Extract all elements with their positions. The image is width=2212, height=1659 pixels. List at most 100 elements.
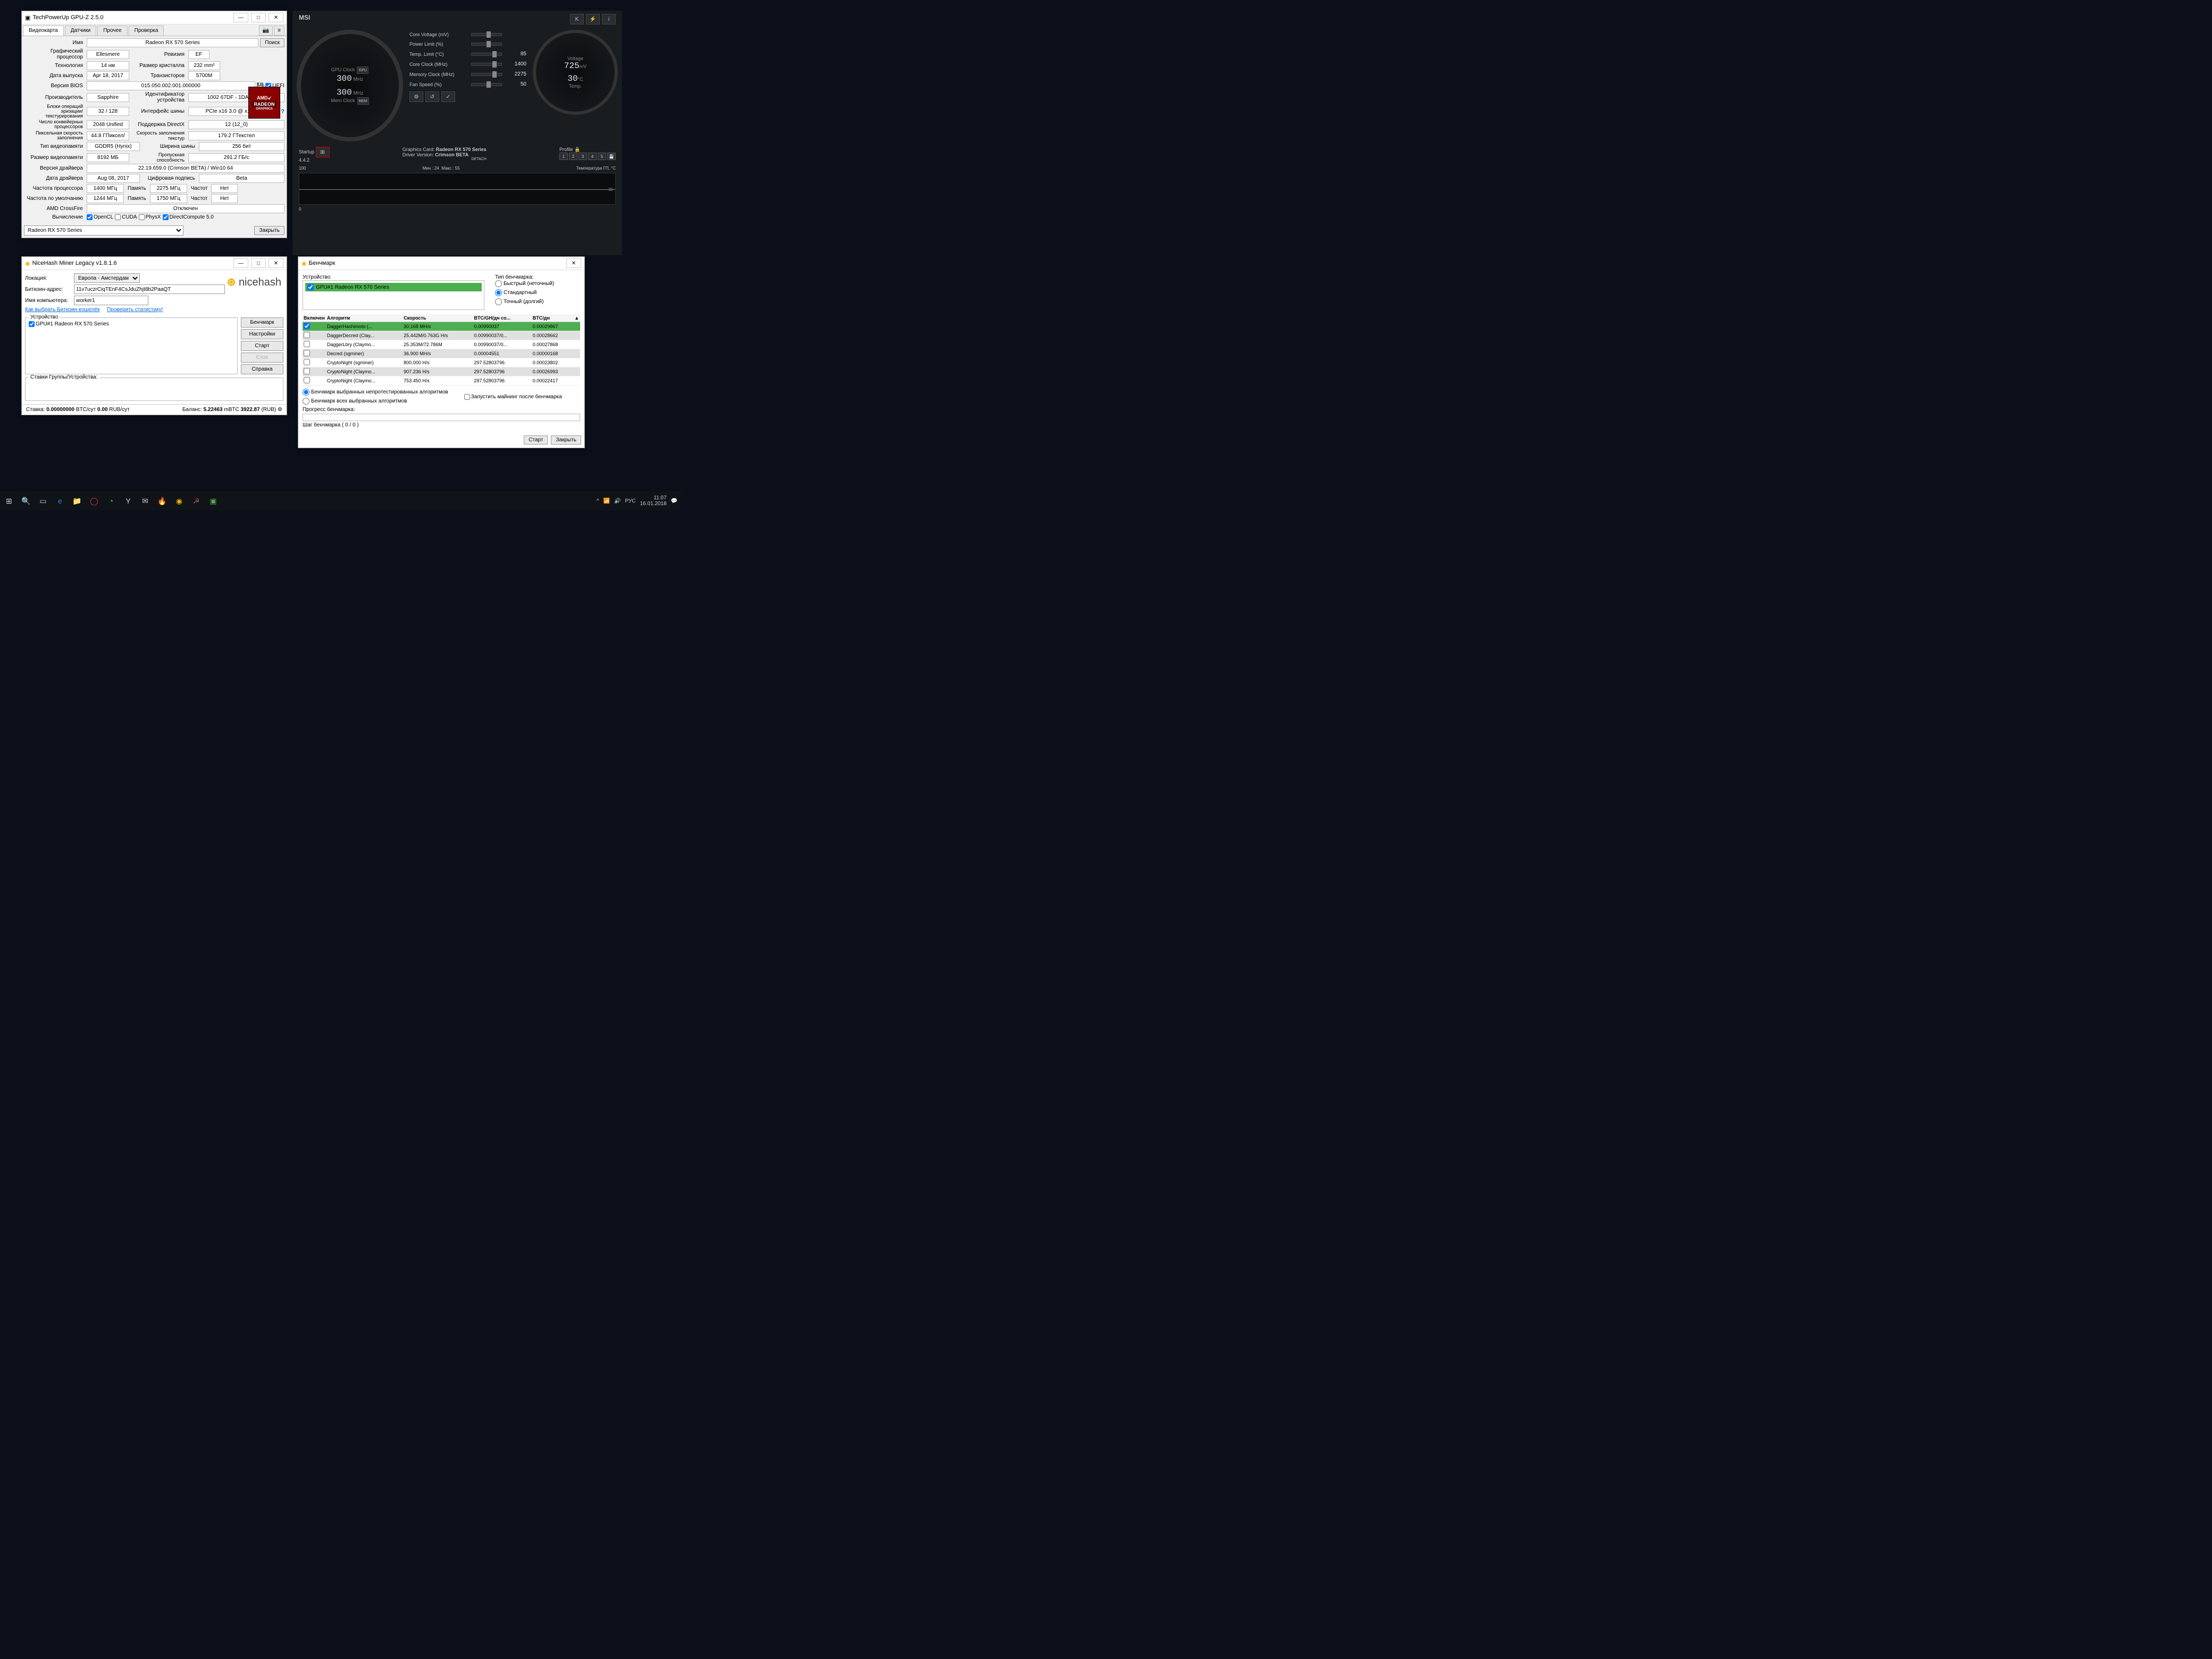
explorer-icon[interactable]: 📁 xyxy=(71,495,83,507)
clock[interactable]: 11:07 16.01.2018 xyxy=(640,495,666,507)
tab-video[interactable]: Видеокарта xyxy=(23,26,64,36)
row-checkbox[interactable] xyxy=(304,323,310,329)
opera-icon[interactable]: ◯ xyxy=(88,495,100,507)
afterburner-icon[interactable]: 🔥 xyxy=(156,495,168,507)
device-row[interactable]: GPU#1 Radeon RX 570 Series xyxy=(305,283,482,291)
profile-5[interactable]: 5 xyxy=(598,153,606,160)
table-row[interactable]: DaggerHashimoto (... 30.168 MH/s 0.00990… xyxy=(303,322,580,331)
cv-slider[interactable] xyxy=(471,33,502,36)
tray-up-icon[interactable]: ^ xyxy=(597,498,599,504)
menu-icon[interactable]: ≡ xyxy=(274,26,284,36)
reset-icon[interactable]: ↺ xyxy=(425,91,439,102)
physx-checkbox[interactable]: PhysX xyxy=(139,214,161,220)
gpuz-titlebar[interactable]: ▣ TechPowerUp GPU-Z 2.5.0 — □ ✕ xyxy=(22,11,287,24)
volume-icon[interactable]: 🔊 xyxy=(614,498,621,504)
app-icon-1[interactable]: ◔ xyxy=(105,495,117,507)
tab-sensors[interactable]: Датчики xyxy=(65,26,96,36)
start-icon[interactable]: ⊞ xyxy=(3,495,15,507)
row-checkbox[interactable] xyxy=(304,368,310,374)
start-button[interactable]: Старт xyxy=(241,341,283,351)
location-select[interactable]: Европа - Амстердам xyxy=(74,273,140,283)
radio-standard[interactable]: Стандартный xyxy=(495,289,580,296)
radio-precise[interactable]: Точный (долгий) xyxy=(495,298,580,305)
col-btcday[interactable]: BTC/дн xyxy=(532,314,573,322)
btc-input[interactable] xyxy=(74,284,225,294)
profile-save[interactable]: 💾 xyxy=(607,153,616,160)
nicehash-icon[interactable]: ◉ xyxy=(173,495,185,507)
opt-untested[interactable]: Бенчмарк выбранных непротестированных ал… xyxy=(303,389,448,396)
row-checkbox[interactable] xyxy=(304,377,310,383)
table-row[interactable]: Decred (sgminer) 36.900 MH/s 0.00004551 … xyxy=(303,349,580,358)
gear-icon[interactable]: ⚙ xyxy=(409,91,423,102)
apply-icon[interactable]: ✓ xyxy=(441,91,455,102)
gpu-toggle[interactable]: GPU xyxy=(357,66,368,74)
worker-input[interactable] xyxy=(74,296,148,305)
minimize-button[interactable]: — xyxy=(233,258,248,268)
start-mining-checkbox[interactable]: Запустить майнинг после бенчмарка xyxy=(464,389,562,405)
table-row[interactable]: CryptoNight (Claymo... 753.450 H/s 297.5… xyxy=(303,376,580,386)
temp-graph[interactable]: 30 xyxy=(299,173,616,205)
network-icon[interactable]: 📶 xyxy=(604,498,610,504)
mem-toggle[interactable]: MEM xyxy=(357,97,369,105)
info-button[interactable]: i xyxy=(602,14,616,24)
radio-quick[interactable]: Быстрый (неточный) xyxy=(495,280,580,287)
table-row[interactable]: CryptoNight (Claymo... 907.236 H/s 297.5… xyxy=(303,367,580,376)
scroll-top-icon[interactable]: ▲ xyxy=(573,314,580,322)
startup-toggle[interactable]: ⊞ xyxy=(316,147,330,157)
profile-3[interactable]: 3 xyxy=(579,153,587,160)
taskview-icon[interactable]: ▭ xyxy=(37,495,49,507)
table-row[interactable]: DaggerLbry (Claymo... 25.353M/72.786M 0.… xyxy=(303,340,580,349)
mc-slider[interactable] xyxy=(471,73,502,76)
maximize-button[interactable]: □ xyxy=(251,13,266,22)
fs-slider[interactable] xyxy=(471,83,502,86)
tab-advanced[interactable]: Прочее xyxy=(97,26,127,36)
opencl-checkbox[interactable]: OpenCL xyxy=(87,214,113,220)
tl-slider[interactable] xyxy=(471,53,502,56)
row-checkbox[interactable] xyxy=(304,341,310,347)
language-indicator[interactable]: РУС xyxy=(625,498,635,504)
yandex-icon[interactable]: Y xyxy=(122,495,134,507)
start-button[interactable]: Старт xyxy=(524,435,548,445)
settings-button[interactable]: Настройки xyxy=(241,329,283,339)
row-checkbox[interactable] xyxy=(304,359,310,365)
row-checkbox[interactable] xyxy=(304,350,310,356)
edge-icon[interactable]: e xyxy=(54,495,66,507)
device-checkbox[interactable]: GPU#1 Radeon RX 570 Series xyxy=(29,321,109,327)
monitor-button[interactable]: ⚡ xyxy=(586,14,600,24)
screenshot-icon[interactable]: 📷 xyxy=(259,26,273,36)
table-row[interactable]: DaggerDecred (Clay... 25.442M/0.763G H/s… xyxy=(303,331,580,340)
table-row[interactable]: CryptoNight (sgminer) 800.000 H/s 297.52… xyxy=(303,358,580,367)
stats-link[interactable]: Проверить статистику! xyxy=(107,307,163,313)
bus-help-icon[interactable]: ? xyxy=(281,108,284,115)
close-btn[interactable]: Закрыть xyxy=(254,226,284,235)
k-button[interactable]: K xyxy=(570,14,584,24)
opt-all[interactable]: Бенчмарк всех выбранных алгоритмов xyxy=(303,398,448,405)
close-button[interactable]: ✕ xyxy=(269,13,283,22)
help-button[interactable]: Справка xyxy=(241,364,283,374)
col-algo[interactable]: Алгоритм xyxy=(326,314,403,322)
mail-icon[interactable]: ✉ xyxy=(139,495,151,507)
profile-2[interactable]: 2 xyxy=(569,153,577,160)
nh-titlebar[interactable]: ◉ NiceHash Miner Legacy v1.8.1.6 — □ ✕ xyxy=(22,257,287,270)
col-enabled[interactable]: Включен xyxy=(303,314,326,322)
benchmark-button[interactable]: Бенчмарк xyxy=(241,317,283,328)
col-btcgh[interactable]: BTC/GH/дн со... xyxy=(473,314,531,322)
dc-checkbox[interactable]: DirectCompute 5.0 xyxy=(163,214,214,220)
profile-1[interactable]: 1 xyxy=(559,153,568,160)
cuda-checkbox[interactable]: CUDA xyxy=(115,214,137,220)
notifications-icon[interactable]: 💬 xyxy=(671,498,677,504)
bm-titlebar[interactable]: ◉ Бенчмарк ✕ xyxy=(298,257,584,270)
minimize-button[interactable]: — xyxy=(233,13,248,22)
app-icon-2[interactable]: ☭ xyxy=(190,495,202,507)
search-icon[interactable]: 🔍 xyxy=(20,495,32,507)
detach-button[interactable]: DETACH xyxy=(403,157,487,161)
close-button[interactable]: ✕ xyxy=(269,258,283,268)
wallet-link[interactable]: Как выбрать Биткоин-кошелёк xyxy=(25,307,100,313)
col-speed[interactable]: Скорость xyxy=(403,314,473,322)
gpu-selector[interactable]: Radeon RX 570 Series xyxy=(24,225,183,236)
maximize-button[interactable]: □ xyxy=(251,258,266,268)
tab-validation[interactable]: Проверка xyxy=(129,26,164,36)
cc-slider[interactable] xyxy=(471,63,502,66)
gpuz-icon[interactable]: ▣ xyxy=(207,495,219,507)
pl-slider[interactable] xyxy=(471,43,502,46)
